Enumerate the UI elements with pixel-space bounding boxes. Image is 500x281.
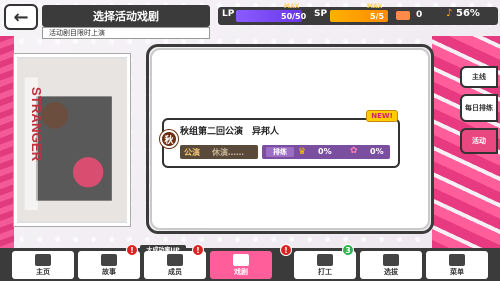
flower-icon: ✿	[350, 146, 358, 156]
nav-menu[interactable]: 菜单	[426, 251, 488, 279]
lp-max-label: MAX	[284, 3, 300, 10]
tab-event[interactable]: 活动	[460, 128, 498, 154]
members-badge: !	[192, 244, 204, 256]
lp-label: LP	[222, 9, 235, 19]
page-subtitle: 活动剧目限时上演	[42, 27, 210, 39]
performance-status: 休演……	[212, 148, 244, 157]
story-badge: !	[126, 244, 138, 256]
sp-value: 5/5	[370, 12, 385, 21]
sp-label: SP	[314, 9, 328, 19]
nav-label: 戏剧	[234, 268, 248, 276]
nav-label: 故事	[102, 268, 116, 276]
back-arrow-icon: ←	[13, 6, 29, 28]
performance-label: 公演	[184, 148, 200, 157]
crown-icon: ♛	[298, 147, 307, 157]
theater-icon	[233, 254, 249, 266]
star-card-icon	[383, 254, 399, 266]
battery-percent: 56%	[456, 8, 480, 19]
play-poster[interactable]: STRANGER	[14, 54, 130, 226]
flower-value: 0%	[370, 147, 384, 156]
nav-home[interactable]: 主页	[12, 251, 74, 279]
back-button[interactable]: ←	[4, 4, 38, 30]
theater-badge: !	[280, 244, 292, 256]
lp-value: 50/50	[281, 12, 307, 21]
left-decoration	[0, 36, 14, 256]
ticket-count: 0	[416, 10, 423, 20]
book-icon	[101, 254, 117, 266]
tab-main-story[interactable]: 主线	[460, 66, 498, 88]
nav-label: 打工	[318, 268, 332, 276]
nav-label: 选拔	[384, 268, 398, 276]
practice-label: 排练	[266, 147, 294, 157]
nav-label: 菜单	[450, 268, 464, 276]
nav-scout[interactable]: 选拔	[360, 251, 422, 279]
coins-icon	[317, 254, 333, 266]
nav-label: 主页	[36, 268, 50, 276]
members-icon	[167, 254, 183, 266]
tab-daily-practice[interactable]: 每日排练	[460, 94, 498, 122]
sp-max-label: MAX	[367, 3, 383, 10]
music-note-icon: ♪	[446, 8, 453, 19]
page-title: 选择活动戏剧	[42, 5, 210, 27]
new-tag: NEW!	[366, 110, 398, 122]
home-icon	[35, 254, 51, 266]
poster-art: STRANGER	[17, 58, 127, 222]
work-badge: 3	[342, 244, 354, 256]
grid-menu-icon	[449, 254, 465, 266]
nav-theater[interactable]: 戏剧	[210, 251, 272, 279]
play-title: 秋组第二回公演 异邦人	[180, 127, 280, 137]
crown-value: 0%	[318, 147, 332, 156]
poster-title: STRANGER	[29, 87, 44, 162]
troupe-badge: 秋	[160, 130, 178, 148]
nav-label: 成员	[168, 268, 182, 276]
ticket-icon	[396, 11, 410, 20]
